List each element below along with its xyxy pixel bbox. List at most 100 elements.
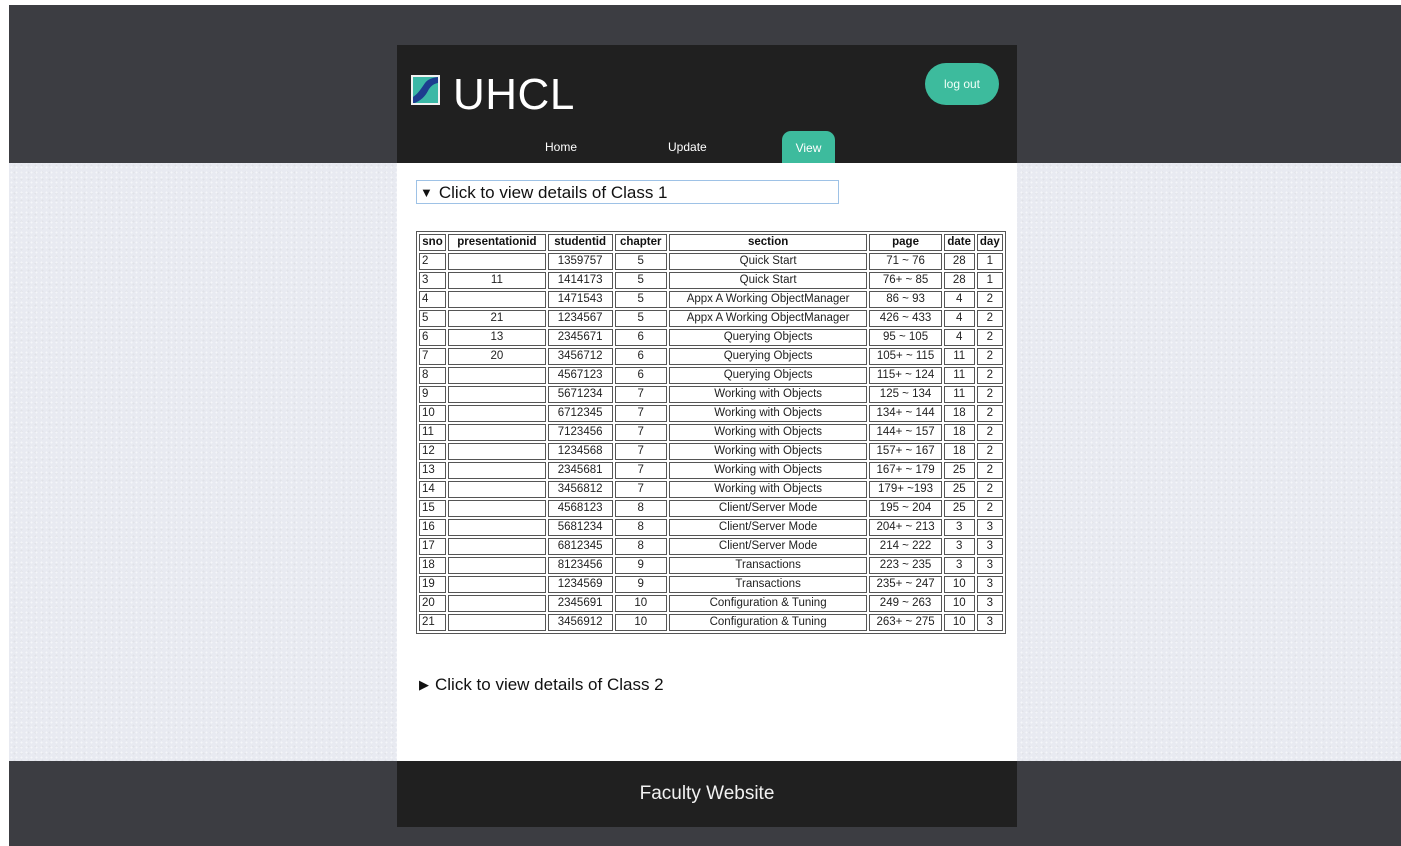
column-header-chapter: chapter [614,234,667,251]
cell-sno: 12 [419,443,447,460]
cell-day: 1 [976,253,1003,270]
cell-presentationid [448,424,546,441]
site-footer: Faculty Website [397,761,1017,827]
cell-studentid: 6712345 [547,405,613,422]
cell-presentationid [448,595,546,612]
site-header: UHCL log out Home Update View [397,45,1017,163]
cell-studentid: 1414173 [547,272,613,289]
cell-presentationid [448,500,546,517]
cell-sno: 17 [419,538,447,555]
cell-chapter: 7 [614,481,667,498]
cell-date: 10 [943,595,975,612]
cell-studentid: 6812345 [547,538,613,555]
cell-presentationid [448,614,546,631]
column-header-studentid: studentid [547,234,613,251]
cell-date: 4 [943,310,975,327]
cell-studentid: 3456912 [547,614,613,631]
cell-section: Configuration & Tuning [668,614,868,631]
table-row: 6 13 2345671 6 Querying Objects 95 ~ 105 4 2 [419,329,1003,346]
cell-studentid: 8123456 [547,557,613,574]
cell-page: 105+ ~ 115 [869,348,942,365]
cell-sno: 14 [419,481,447,498]
cell-studentid: 2345691 [547,595,613,612]
cell-presentationid [448,253,546,270]
cell-page: 134+ ~ 144 [869,405,942,422]
cell-presentationid: 21 [448,310,546,327]
table-row: 5 21 1234567 5 Appx A Working ObjectManager 4… [419,310,1003,327]
cell-sno: 7 [419,348,447,365]
cell-presentationid [448,576,546,593]
cell-section: Appx A Working ObjectManager [668,310,868,327]
cell-section: Client/Server Mode [668,538,868,555]
cell-day: 2 [976,291,1003,308]
cell-sno: 3 [419,272,447,289]
cell-day: 3 [976,614,1003,631]
cell-day: 2 [976,386,1003,403]
cell-section: Working with Objects [668,481,868,498]
table-row: 10 6712345 7 Working with Objects 134+ ~ 144… [419,405,1003,422]
column-header-date: date [943,234,975,251]
column-header-day: day [976,234,1003,251]
table-row: 14 3456812 7 Working with Objects 179+ ~193 2… [419,481,1003,498]
cell-sno: 2 [419,253,447,270]
class1-table: sno presentationid studentid chapter section… [416,231,1006,634]
cell-presentationid [448,386,546,403]
cell-sno: 13 [419,462,447,479]
cell-date: 25 [943,481,975,498]
cell-day: 2 [976,405,1003,422]
class2-summary-label: Click to view details of Class 2 [435,675,664,694]
table-row: 20 2345691 10 Configuration & Tuning 249 ~ 2… [419,595,1003,612]
cell-section: Working with Objects [668,386,868,403]
cell-chapter: 6 [614,367,667,384]
table-row: 9 5671234 7 Working with Objects 125 ~ 134 11… [419,386,1003,403]
cell-section: Transactions [668,557,868,574]
cell-section: Working with Objects [668,462,868,479]
cell-day: 2 [976,443,1003,460]
logout-button[interactable]: log out [925,63,999,105]
class2-details-toggle[interactable]: ▶ Click to view details of Class 2 [416,673,664,697]
table-row: 15 4568123 8 Client/Server Mode 195 ~ 204 25 2 [419,500,1003,517]
cell-page: 144+ ~ 157 [869,424,942,441]
cell-sno: 18 [419,557,447,574]
nav-home[interactable]: Home [545,140,577,154]
cell-date: 3 [943,557,975,574]
triangle-right-icon: ▶ [419,677,429,692]
column-header-section: section [668,234,868,251]
cell-page: 204+ ~ 213 [869,519,942,536]
class1-details-toggle[interactable]: ▼ Click to view details of Class 1 [416,180,839,204]
cell-section: Querying Objects [668,367,868,384]
triangle-down-icon: ▼ [420,185,433,200]
cell-date: 4 [943,329,975,346]
cell-section: Configuration & Tuning [668,595,868,612]
cell-studentid: 1234569 [547,576,613,593]
cell-day: 3 [976,595,1003,612]
nav-update[interactable]: Update [668,140,707,154]
cell-studentid: 2345671 [547,329,613,346]
table-row: 17 6812345 8 Client/Server Mode 214 ~ 222 3 3 [419,538,1003,555]
cell-sno: 11 [419,424,447,441]
cell-chapter: 7 [614,405,667,422]
cell-presentationid: 11 [448,272,546,289]
cell-sno: 20 [419,595,447,612]
cell-day: 3 [976,519,1003,536]
cell-page: 263+ ~ 275 [869,614,942,631]
table-row: 13 2345681 7 Working with Objects 167+ ~ 179… [419,462,1003,479]
cell-page: 249 ~ 263 [869,595,942,612]
cell-presentationid [448,291,546,308]
cell-section: Working with Objects [668,424,868,441]
cell-page: 223 ~ 235 [869,557,942,574]
cell-studentid: 7123456 [547,424,613,441]
cell-studentid: 3456812 [547,481,613,498]
footer-text: Faculty Website [639,783,775,804]
table-row: 11 7123456 7 Working with Objects 144+ ~ 157… [419,424,1003,441]
page-frame: UHCL log out Home Update View ▼ Click to … [9,5,1401,846]
nav-view-active-tab[interactable]: View [782,131,835,163]
cell-day: 3 [976,538,1003,555]
cell-date: 4 [943,291,975,308]
cell-day: 2 [976,462,1003,479]
table-row: 2 1359757 5 Quick Start 71 ~ 76 28 1 [419,253,1003,270]
cell-section: Querying Objects [668,329,868,346]
cell-day: 2 [976,424,1003,441]
table-row: 18 8123456 9 Transactions 223 ~ 235 3 3 [419,557,1003,574]
table-row: 8 4567123 6 Querying Objects 115+ ~ 124 11 2 [419,367,1003,384]
